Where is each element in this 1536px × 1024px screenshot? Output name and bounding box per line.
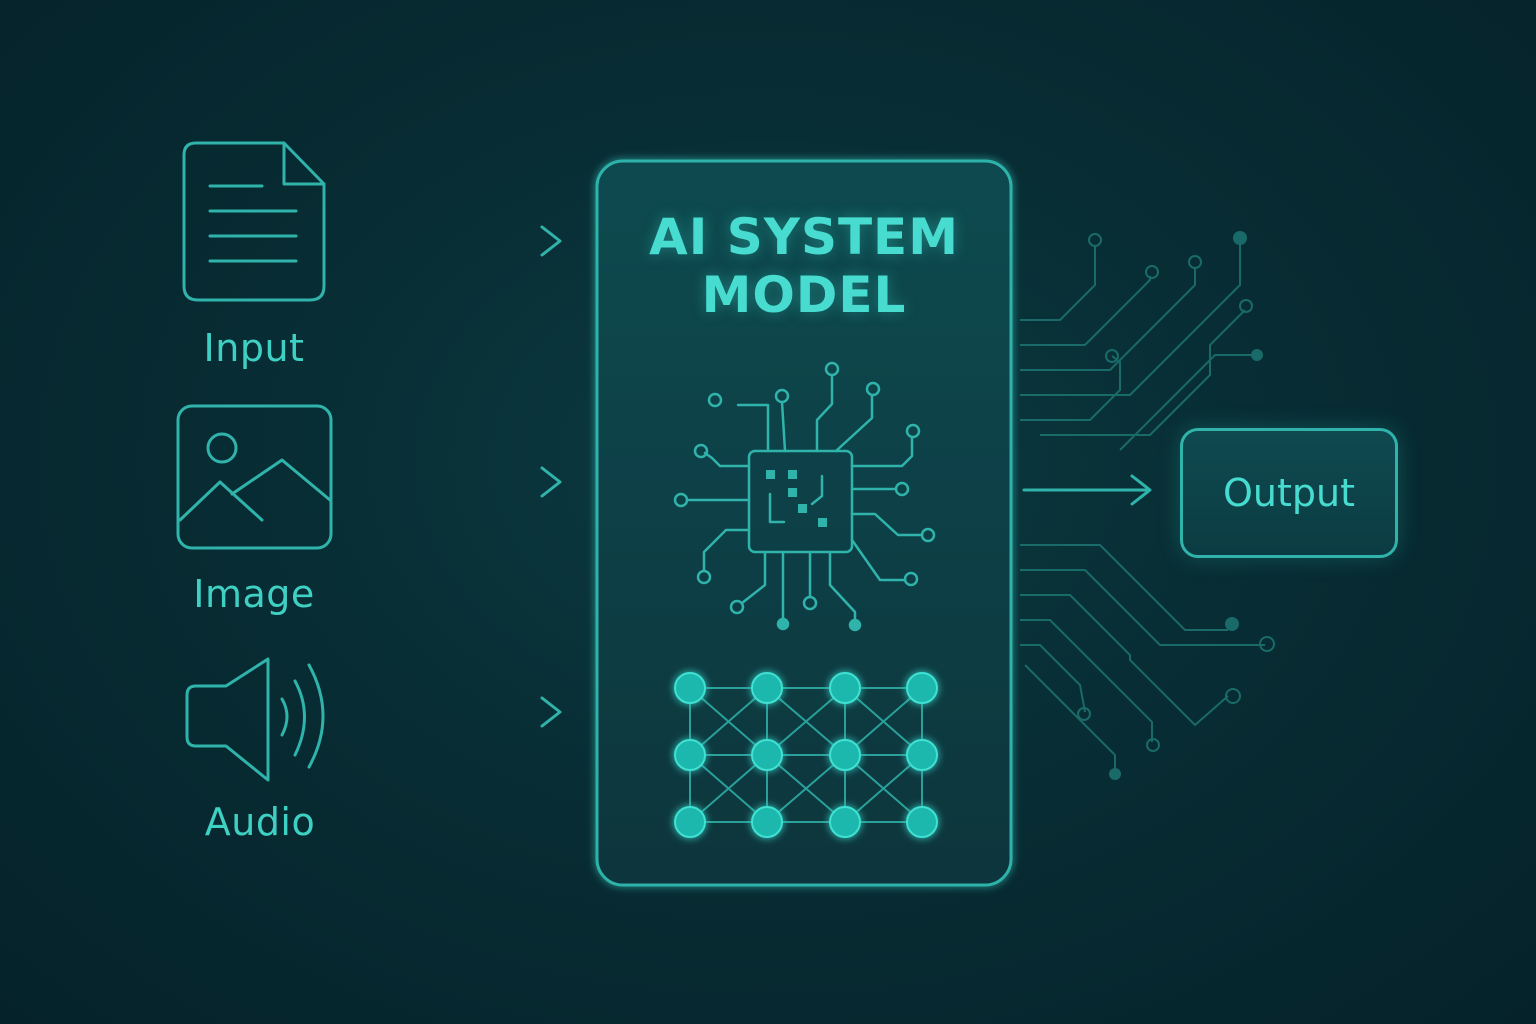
model-title-line1: AI SYSTEM xyxy=(649,208,959,266)
diagram-canvas: Input Image Audio AI SYSTEM MODEL Output xyxy=(0,0,1536,1024)
image-label: Image xyxy=(193,572,315,616)
input-label: Input xyxy=(203,326,305,370)
audio-label: Audio xyxy=(204,800,316,844)
arrow-output xyxy=(1022,474,1152,506)
image-icon xyxy=(176,404,333,550)
output-label: Output xyxy=(1223,471,1355,515)
model-title: AI SYSTEM MODEL xyxy=(598,208,1010,324)
document-icon xyxy=(182,141,326,302)
speaker-icon xyxy=(185,657,325,782)
model-title-line2: MODEL xyxy=(701,266,907,324)
output-box: Output xyxy=(1180,428,1398,558)
